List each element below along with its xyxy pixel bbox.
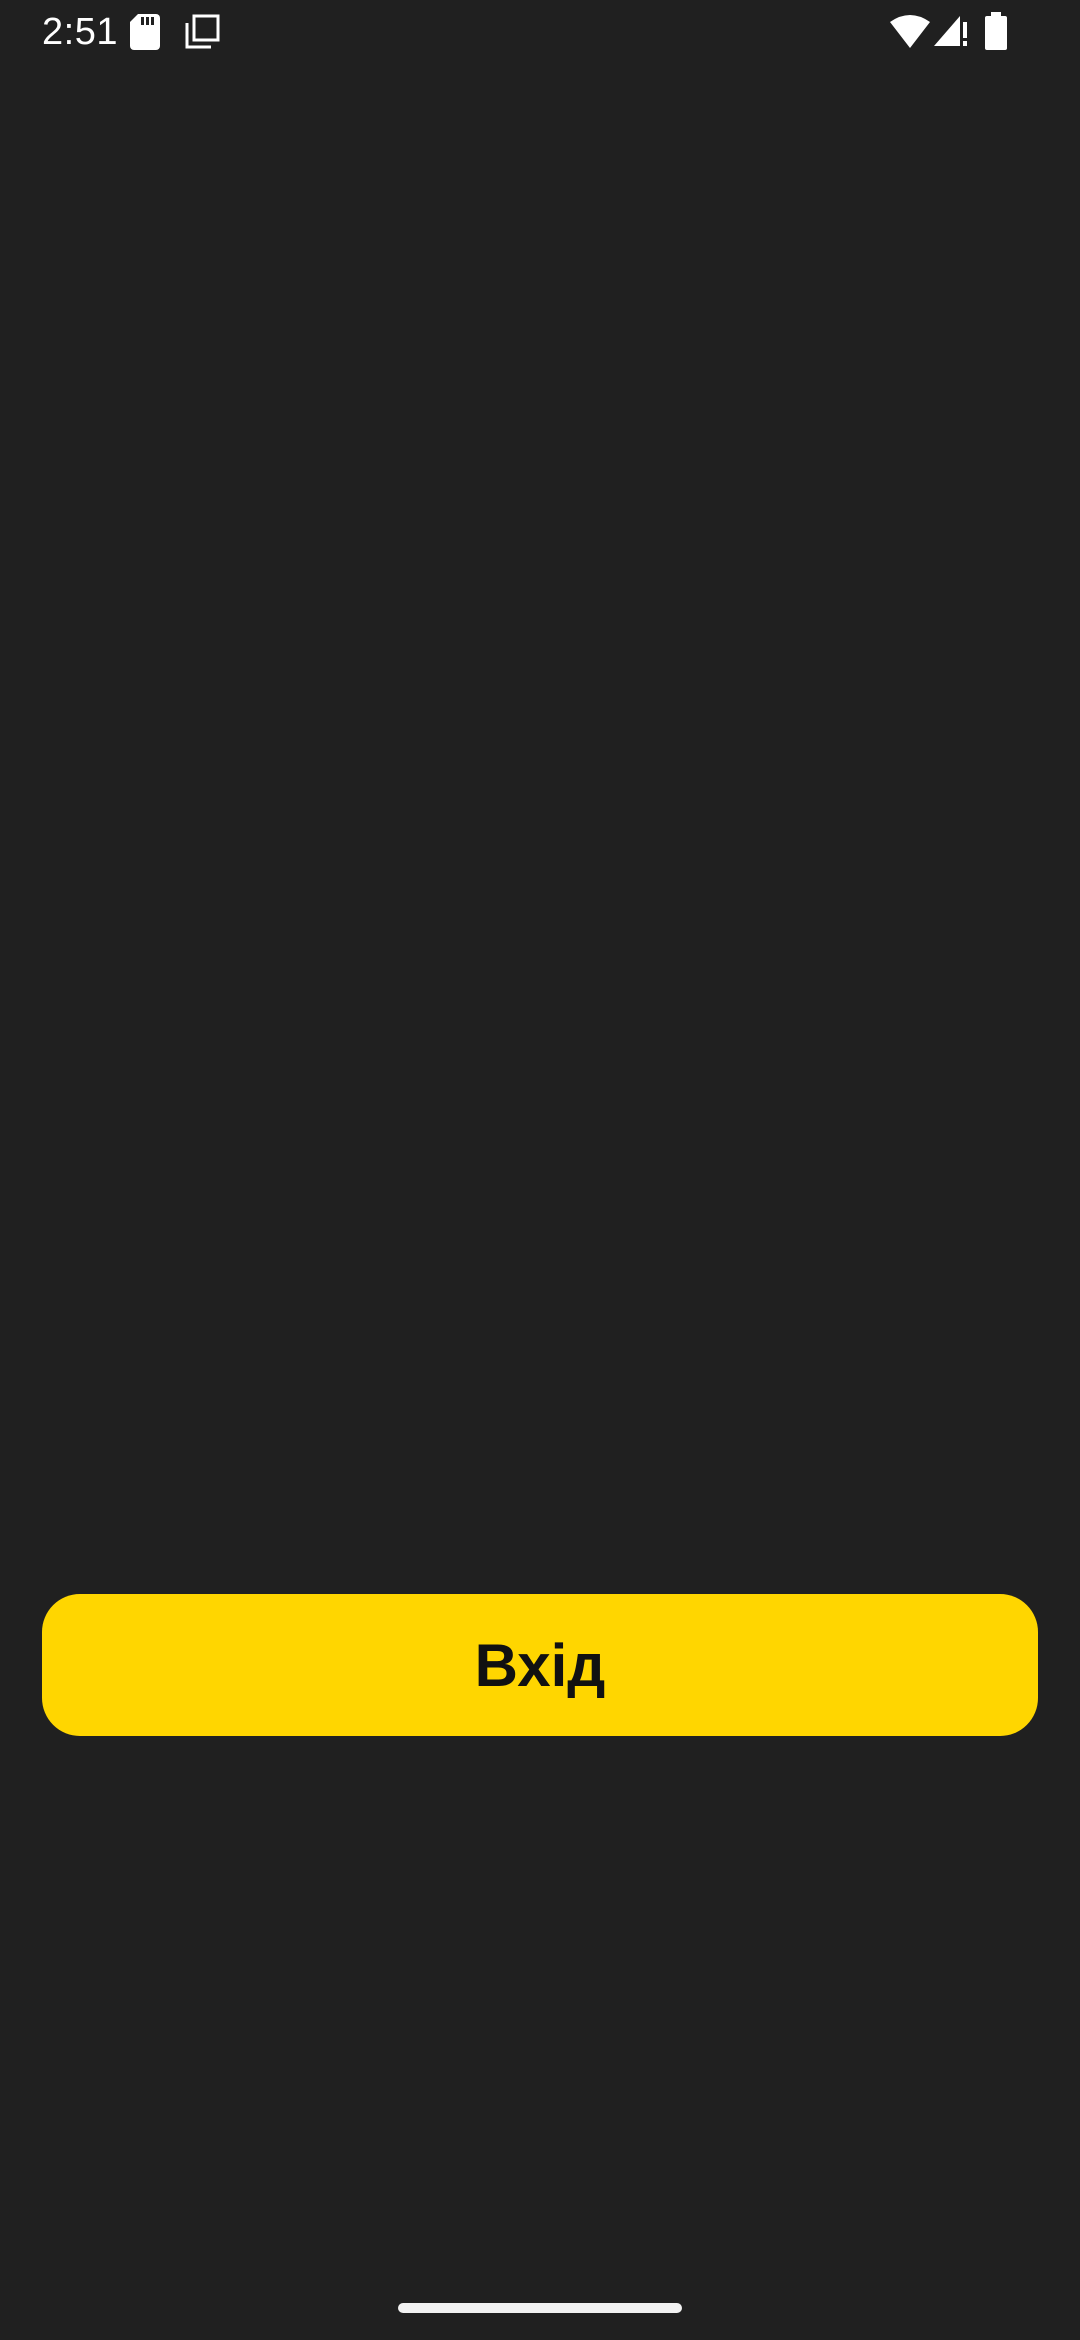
home-indicator[interactable] xyxy=(398,2303,682,2313)
battery-icon xyxy=(985,12,1007,50)
sd-card-icon xyxy=(130,14,160,50)
copy-icon xyxy=(185,14,220,49)
app-screen: 2:51 Вхід xyxy=(0,0,1080,2340)
wifi-icon xyxy=(890,15,930,48)
login-button[interactable]: Вхід xyxy=(42,1594,1038,1736)
status-time: 2:51 xyxy=(42,11,118,53)
status-bar: 2:51 xyxy=(0,0,1080,64)
signal-icon xyxy=(934,16,967,46)
